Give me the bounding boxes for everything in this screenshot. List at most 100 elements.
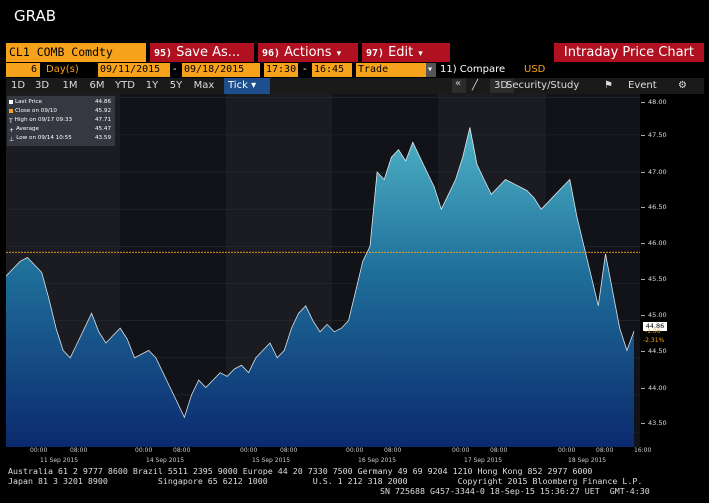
change-abs: -1.06 [645,328,661,335]
date-separator: - [173,64,177,75]
y-tick-label: 47.00 [641,168,667,176]
y-tick-label: 47.50 [641,131,667,139]
days-input[interactable]: 6 [6,63,40,77]
tick-label: Tick [228,80,248,91]
legend-close: Close on 09/10 45.92 [9,108,111,114]
save-as-label: Save As... [176,45,241,60]
y-tick-label: 46.00 [641,239,667,247]
y-axis: 48.00 47.50 47.00 46.50 46.00 45.50 45.0… [640,94,704,447]
y-tick-label: 43.50 [641,419,667,427]
x-time-label: 08:00 [173,447,191,454]
chart-name: Intraday Price Chart [554,43,704,62]
period-max[interactable]: Max [190,78,218,94]
legend-swatch [9,99,13,104]
legend-label: Average [16,126,40,132]
currency-label: USD [524,64,546,75]
x-date-label: 14 Sep 2015 [146,457,185,464]
legend-label: Low on 09/14 10:55 [16,135,72,141]
start-date-input[interactable]: 09/11/2015 [98,63,170,77]
actions-number: 96) [262,48,281,59]
price-chart [6,97,640,447]
period-1d[interactable]: 1D [8,78,28,94]
legend-value: 45.47 [95,126,112,132]
x-date-label: 11 Sep 2015 [40,457,79,464]
legend-swatch [9,108,13,113]
settings-bar: 6 Day(s) 09/11/2015 - 09/18/2015 17:30 -… [6,62,704,78]
x-time-label: 08:00 [384,447,402,454]
edit-button[interactable]: 97) Edit ▾ [362,43,450,62]
x-time-label: 08:00 [596,447,614,454]
legend-label: Last Price [15,99,43,105]
line-chart-icon[interactable]: ╱ [472,78,478,94]
x-date-label: 16 Sep 2015 [358,457,397,464]
actions-button[interactable]: 96) Actions ▾ [258,43,358,62]
chart-plot-area[interactable] [6,94,640,447]
time-separator: - [303,64,307,75]
legend-label: Close on 09/10 [15,108,57,114]
end-date-input[interactable]: 09/18/2015 [182,63,260,77]
tick-dropdown[interactable]: Tick ▾ [224,78,270,94]
legend-value: 44.86 [95,99,112,105]
y-tick-label: 44.00 [641,384,667,392]
period-1m[interactable]: 1M [58,78,82,94]
end-time-input[interactable]: 16:45 [312,63,352,77]
gear-icon[interactable]: ⚙ [678,78,687,94]
edit-number: 97) [366,48,385,59]
x-time-label: 16:00 [634,447,652,454]
legend-value: 43.59 [95,135,112,141]
x-time-label: 00:00 [240,447,258,454]
period-bar: 1D 3D 1M 6M YTD 1Y 5Y Max Tick ▾ « ╱ 3D … [6,78,704,94]
footer-copyright-line: Japan 81 3 3201 8900 Singapore 65 6212 1… [8,476,643,486]
y-tick-label: 46.50 [641,203,667,211]
period-1y[interactable]: 1Y [142,78,162,94]
start-time-input[interactable]: 17:30 [264,63,298,77]
flag-icon[interactable]: ⚑ [604,78,613,94]
footer-phones-line: Australia 61 2 9777 8600 Brazil 5511 239… [8,466,593,476]
actions-label: Actions [284,45,332,60]
period-ytd[interactable]: YTD [112,78,138,94]
x-time-label: 08:00 [490,447,508,454]
price-area [6,127,634,447]
x-time-label: 00:00 [558,447,576,454]
y-tick-label: 48.00 [641,98,667,106]
save-as-button[interactable]: 95) Save As... [150,43,254,62]
legend-high: T High on 09/17 09:33 47.71 [9,117,111,125]
days-label: Day(s) [46,64,79,75]
legend-last-price: Last Price 44.86 [9,99,111,105]
legend-average: + Average 45.47 [9,126,111,134]
x-time-label: 08:00 [70,447,88,454]
chart-legend: Last Price 44.86 Close on 09/10 45.92 T Hig… [7,96,115,146]
collapse-left-icon[interactable]: « [452,78,466,93]
y-tick-label: 45.50 [641,275,667,283]
edit-caret-icon: ▾ [418,49,423,59]
ticker-field[interactable]: CL1 COMB Comdty [6,43,146,62]
y-tick-label: 44.50 [641,347,667,355]
footer-session-line: SN 725688 G457-3344-0 18-Sep-15 15:36:27… [380,486,650,496]
compare-button[interactable]: 11) Compare [440,63,505,77]
window-title: GRAB [14,7,56,25]
market-select[interactable]: Trade [356,63,426,77]
edit-label: Edit [388,45,414,60]
legend-low-icon: ⊥ [9,135,15,143]
save-as-number: 95) [154,48,173,59]
period-6m[interactable]: 6M [86,78,108,94]
x-date-label: 15 Sep 2015 [252,457,291,464]
y-tick-label: 45.00 [641,311,667,319]
security-study-button[interactable]: Security/Study [506,78,579,94]
change-pct: -2.31% [643,337,665,344]
x-date-label: 17 Sep 2015 [464,457,503,464]
period-3d[interactable]: 3D [32,78,52,94]
x-time-label: 00:00 [452,447,470,454]
period-5y[interactable]: 5Y [166,78,186,94]
actions-caret-icon: ▾ [336,49,342,59]
market-dropdown-icon[interactable]: ▾ [426,63,436,77]
x-date-label: 18 Sep 2015 [568,457,607,464]
legend-low: ⊥ Low on 09/14 10:55 43.59 [9,135,111,143]
command-bar: CL1 COMB Comdty 95) Save As... 96) Actions… [6,43,704,62]
x-time-label: 08:00 [280,447,298,454]
event-button[interactable]: Event [628,78,657,94]
x-time-label: 00:00 [30,447,48,454]
legend-value: 47.71 [95,117,112,123]
legend-high-icon: T [9,117,13,125]
legend-value: 45.92 [95,108,112,114]
